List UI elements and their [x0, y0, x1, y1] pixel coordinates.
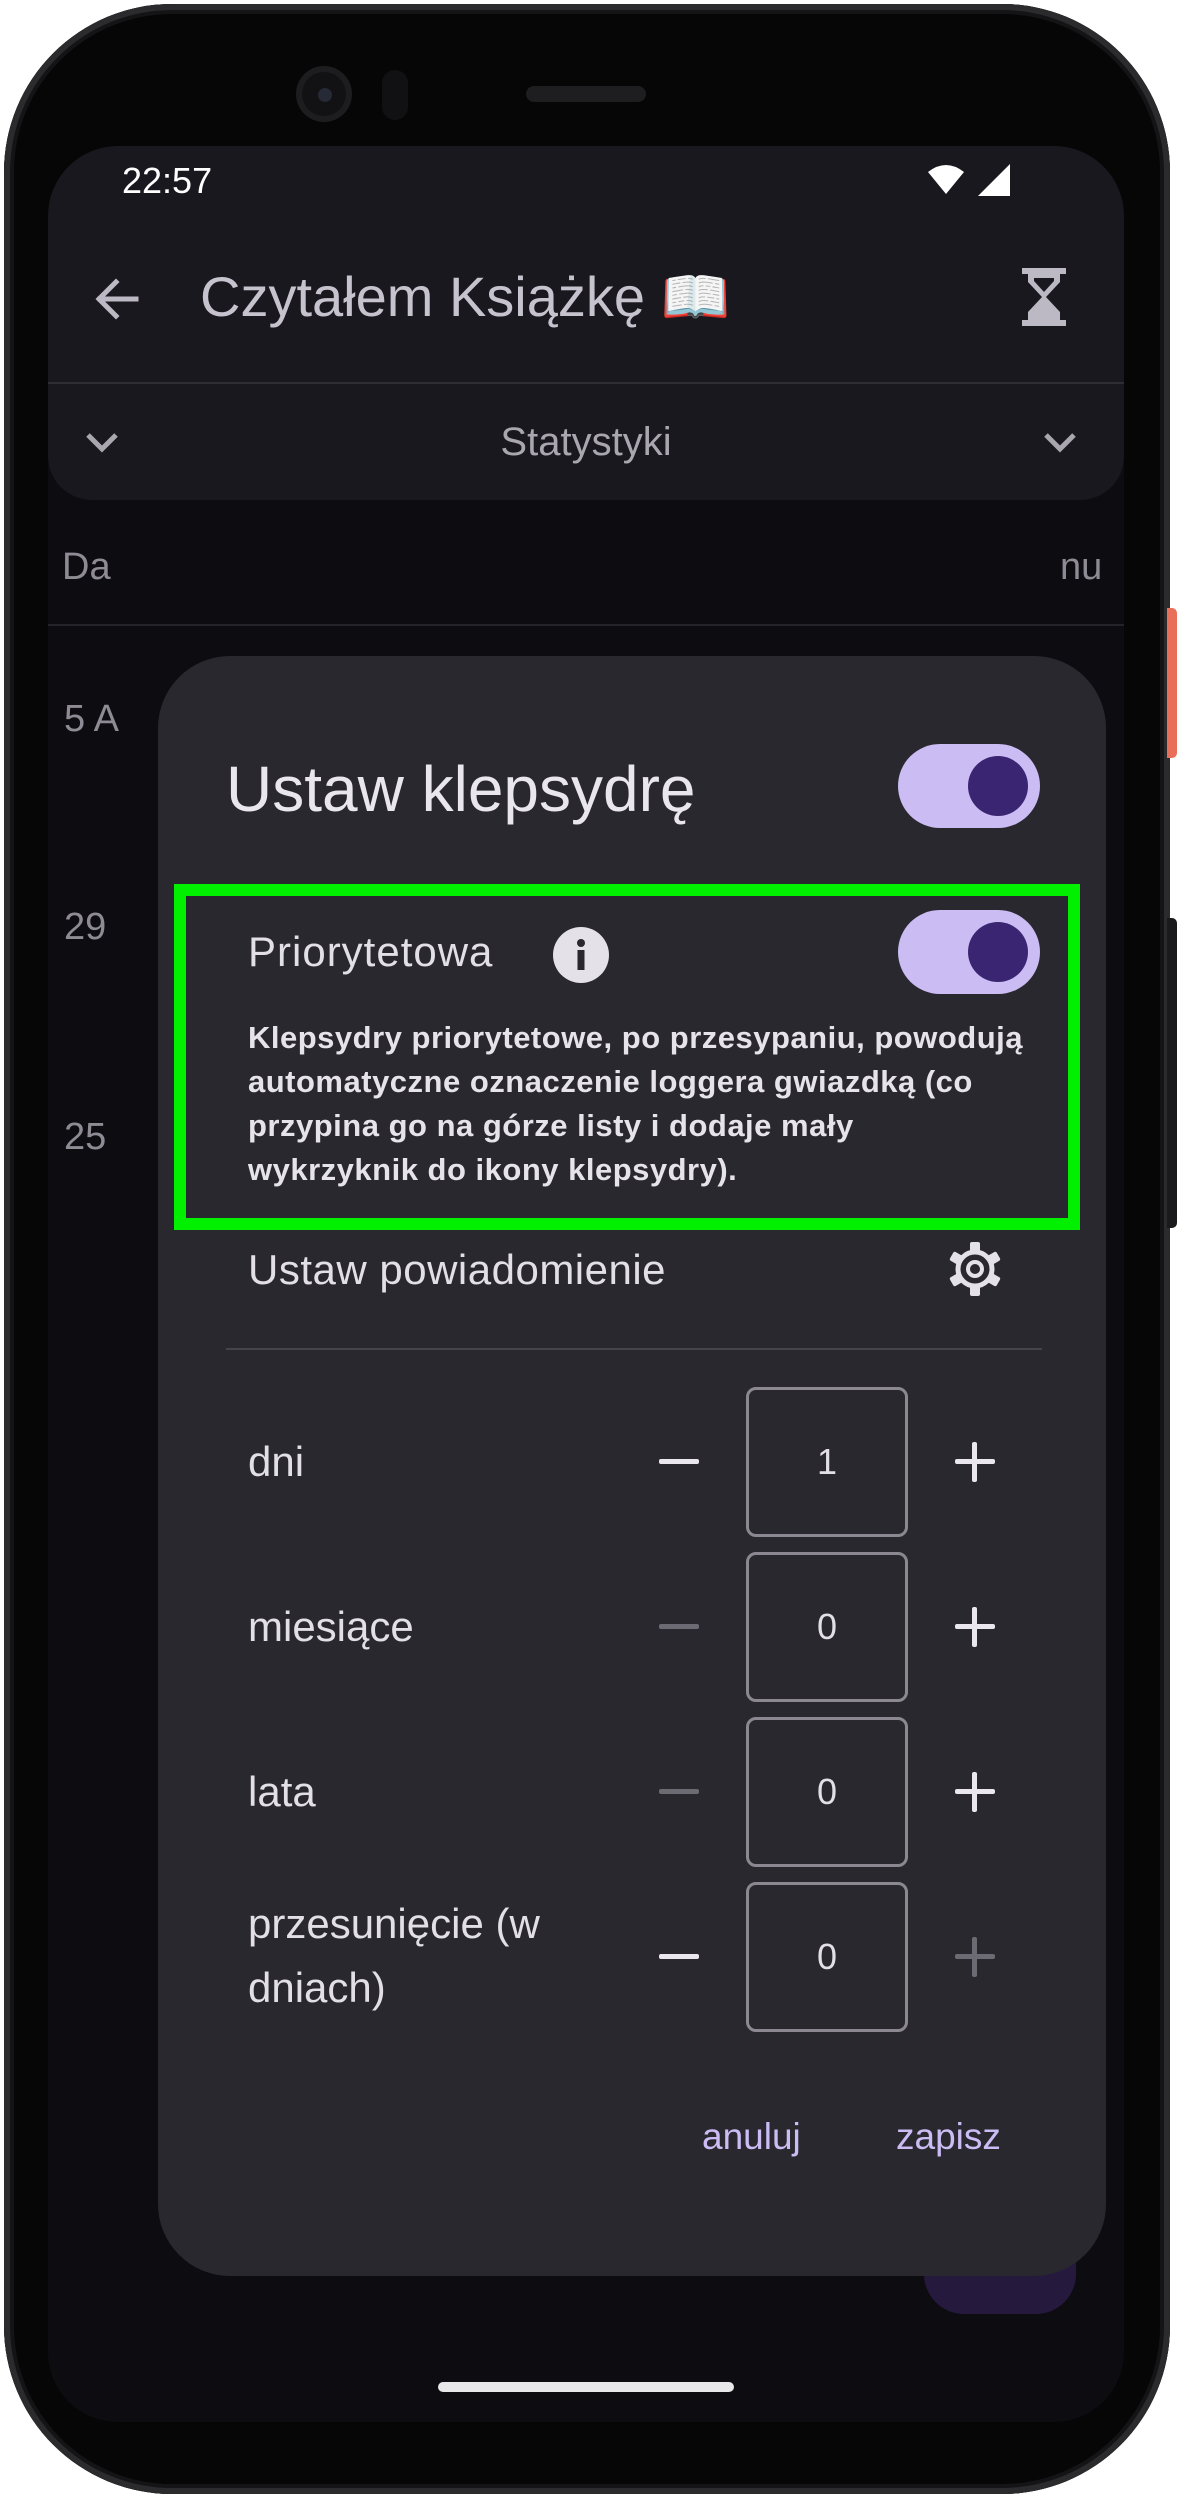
notification-label: Ustaw powiadomienie — [248, 1246, 667, 1293]
list-divider — [48, 624, 1124, 626]
offset-label: przesunięcie (w dniach) — [248, 1900, 540, 2011]
list-item: 25 — [64, 1116, 107, 1158]
years-value-field[interactable]: 0 — [746, 1717, 908, 1867]
status-bar: 22:57 — [48, 146, 1124, 212]
days-label: dni — [248, 1438, 305, 1485]
minus-icon — [659, 1624, 699, 1629]
days-decrement-button[interactable] — [639, 1422, 719, 1502]
device-frame: 22:57 Czytałem Książkę 📖 Statystyki Da n… — [0, 0, 1178, 2498]
signal-icon — [978, 164, 1010, 196]
earpiece-speaker — [526, 86, 646, 102]
camera-lens — [318, 88, 332, 102]
screen: 22:57 Czytałem Książkę 📖 Statystyki Da n… — [48, 146, 1124, 2422]
cancel-button[interactable]: anuluj — [702, 2116, 801, 2158]
app-bar: Czytałem Książkę 📖 — [48, 212, 1124, 382]
minus-icon — [659, 1789, 699, 1794]
days-value-field[interactable]: 1 — [746, 1387, 908, 1537]
dialog-divider — [226, 1348, 1042, 1350]
back-arrow-icon[interactable] — [92, 274, 142, 324]
list-item: 5 A — [64, 698, 119, 740]
proximity-sensor — [382, 70, 408, 120]
switch-thumb — [968, 756, 1028, 816]
dialog-title: Ustaw klepsydrę — [226, 753, 696, 825]
years-increment-button[interactable] — [935, 1752, 1015, 1832]
hourglass-dialog: Ustaw klepsydrę Priorytetowa Klepsydry p… — [158, 656, 1106, 2276]
offset-decrement-button[interactable] — [639, 1917, 719, 1997]
days-increment-button[interactable] — [935, 1422, 1015, 1502]
app-title: Czytałem Książkę 📖 — [200, 265, 731, 328]
offset-value-field[interactable]: 0 — [746, 1882, 908, 2032]
minus-icon — [659, 1459, 699, 1464]
volume-button — [1167, 918, 1177, 1228]
stats-label: Statystyki — [500, 420, 672, 464]
years-label: lata — [248, 1768, 316, 1815]
years-decrement-button[interactable] — [639, 1752, 719, 1832]
offset-increment-button[interactable] — [935, 1917, 1015, 1997]
chevron-down-icon[interactable] — [1040, 422, 1080, 462]
wifi-icon — [928, 165, 964, 194]
gear-icon[interactable] — [946, 1240, 1004, 1298]
months-label: miesiące — [248, 1603, 414, 1650]
minus-icon — [659, 1954, 699, 1959]
column-header-left: Da — [62, 546, 111, 588]
save-button[interactable]: zapisz — [896, 2116, 1001, 2158]
column-header-right: nu — [1060, 546, 1103, 588]
hourglass-enable-switch[interactable] — [898, 744, 1040, 828]
power-button — [1167, 608, 1177, 758]
months-decrement-button[interactable] — [639, 1587, 719, 1667]
months-increment-button[interactable] — [935, 1587, 1015, 1667]
list-item: 29 — [64, 906, 107, 948]
hourglass-icon[interactable] — [1020, 266, 1068, 328]
stats-bar[interactable]: Statystyki — [48, 384, 1124, 500]
gesture-bar[interactable] — [438, 2382, 734, 2392]
highlight-box — [174, 884, 1080, 1230]
months-value-field[interactable]: 0 — [746, 1552, 908, 1702]
status-time: 22:57 — [122, 160, 213, 201]
